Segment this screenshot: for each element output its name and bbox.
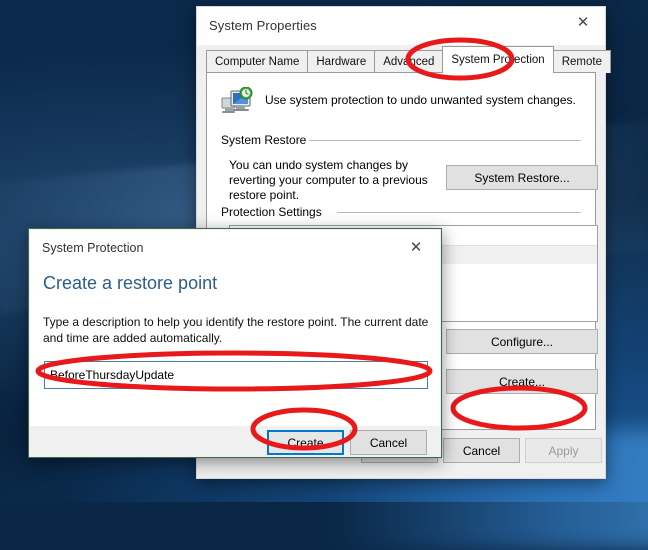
system-restore-group-label: System Restore (221, 133, 312, 147)
tab-remote[interactable]: Remote (553, 50, 611, 73)
system-protection-computer-icon (221, 87, 255, 117)
tab-computer-name[interactable]: Computer Name (206, 50, 308, 73)
protection-settings-group-divider (337, 212, 581, 213)
close-icon[interactable]: ✕ (561, 7, 605, 37)
dialog-heading: Create a restore point (43, 273, 217, 294)
system-protection-dialog-footer: Create Cancel (30, 426, 440, 456)
restore-point-description-field[interactable] (44, 361, 428, 389)
dialog-description: Type a description to help you identify … (43, 314, 433, 346)
system-protection-dialog[interactable]: System Protection ✕ Create a restore poi… (28, 228, 442, 458)
system-protection-dialog-title: System Protection (42, 241, 143, 255)
restore-point-description-input[interactable] (45, 362, 427, 388)
apply-button: Apply (525, 438, 602, 463)
system-properties-title: System Properties (209, 18, 317, 33)
dialog-cancel-button[interactable]: Cancel (350, 430, 427, 455)
close-icon[interactable]: ✕ (394, 232, 438, 262)
tab-system-protection[interactable]: System Protection (442, 46, 553, 73)
configure-button[interactable]: Configure... (446, 329, 598, 354)
protection-header-row: Use system protection to undo unwanted s… (221, 85, 583, 125)
tab-advanced[interactable]: Advanced (374, 50, 443, 73)
system-properties-tabstrip[interactable]: Computer Name Hardware Advanced System P… (206, 47, 596, 73)
tab-hardware[interactable]: Hardware (307, 50, 375, 73)
system-restore-button[interactable]: System Restore... (446, 165, 598, 190)
cancel-button[interactable]: Cancel (443, 438, 520, 463)
dialog-create-button[interactable]: Create (267, 430, 344, 455)
protection-settings-group-label: Protection Settings (221, 205, 328, 219)
system-properties-titlebar: System Properties ✕ (197, 7, 605, 45)
protection-header-text: Use system protection to undo unwanted s… (265, 93, 576, 107)
system-protection-dialog-body: System Protection ✕ Create a restore poi… (30, 230, 440, 426)
system-restore-group-divider (309, 140, 581, 141)
create-restore-point-button[interactable]: Create... (446, 369, 598, 394)
system-restore-paragraph: You can undo system changes by reverting… (229, 158, 444, 203)
